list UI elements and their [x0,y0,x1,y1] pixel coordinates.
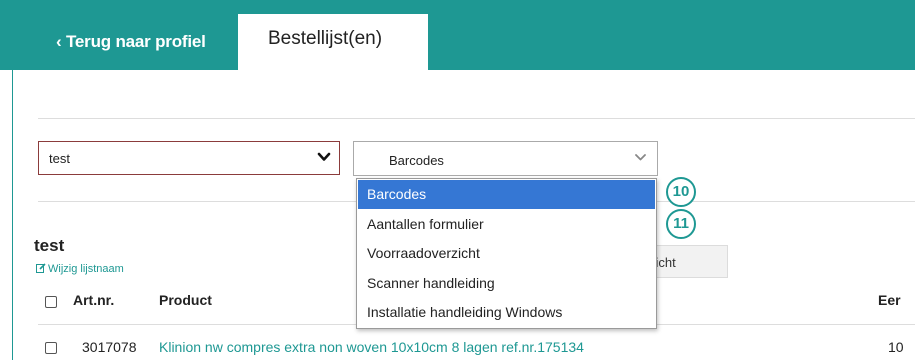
list-title: test [34,236,65,255]
content-frame-border [12,70,13,360]
row-unit: 10 [888,339,904,355]
option-windows-install-manual[interactable]: Installatie handleiding Windows [358,298,655,327]
row-product-link[interactable]: Klinion nw compres extra non woven 10x10… [159,339,584,355]
divider [657,201,915,202]
chevron-down-icon [317,152,331,161]
edit-list-name-label: Wijzig lijstnaam [48,263,124,275]
back-to-profile-tab[interactable]: ‹ Terug naar profiel [56,22,206,62]
divider [38,201,356,202]
edit-icon [36,263,46,273]
chevron-down-icon [635,154,646,161]
option-stock-overview[interactable]: Voorraadoverzicht [358,239,655,268]
column-header-unit[interactable]: Eer [878,292,901,308]
list-select[interactable]: test [38,141,340,175]
column-header-product[interactable]: Product [159,292,212,308]
download-type-options: Barcodes Aantallen formulier Voorraadove… [356,178,657,329]
tab-order-lists[interactable]: Bestellijst(en) [238,14,428,70]
callout-badge: 10 [666,177,696,207]
option-barcodes[interactable]: Barcodes [358,180,655,209]
download-type-select[interactable]: Barcodes [353,141,658,176]
column-header-artnr[interactable]: Art.nr. [73,292,114,308]
list-select-value: test [49,151,70,166]
row-artnr: 3017078 [82,339,137,355]
tab-order-lists-label: Bestellijst(en) [268,28,383,49]
option-scanner-manual[interactable]: Scanner handleiding [358,269,655,298]
select-all-checkbox[interactable] [45,296,57,308]
callout-badge: 11 [666,209,696,239]
row-checkbox[interactable] [45,342,57,354]
option-quantities-form[interactable]: Aantallen formulier [358,210,655,239]
download-type-value: Barcodes [389,153,444,168]
divider [38,118,915,119]
top-navigation-bar: ‹ Terug naar profiel Bestellijst(en) [0,0,915,70]
edit-list-name-link[interactable]: Wijzig lijstnaam [36,263,124,275]
